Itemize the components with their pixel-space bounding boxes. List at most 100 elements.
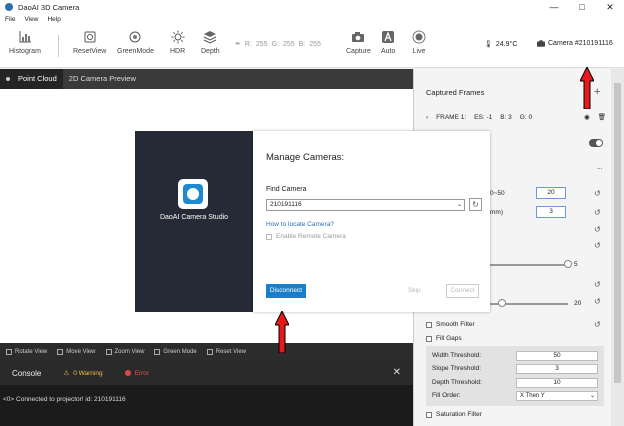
reset-view-button[interactable]: ResetView	[73, 30, 106, 55]
settings-scrollbar[interactable]	[611, 69, 624, 426]
zoom-view-label: Zoom View	[114, 349, 145, 355]
slope-threshold-label: Slope Threshold:	[432, 365, 482, 372]
reset-icon[interactable]: ↺	[594, 297, 601, 306]
menu-file[interactable]: File	[5, 16, 15, 23]
tab-2d-camera-preview[interactable]: 2D Camera Preview	[63, 69, 142, 89]
zoom-view-button[interactable]: Zoom View	[105, 349, 145, 355]
error-icon	[124, 370, 131, 376]
annotation-arrow-up-icon	[580, 67, 594, 109]
add-frame-icon[interactable]: +	[594, 86, 600, 98]
camera-select[interactable]: 210191116 ⌄	[266, 199, 465, 211]
rotate-view-button[interactable]: Rotate View	[6, 349, 47, 355]
hdr-button[interactable]: HDR	[170, 30, 185, 55]
captured-frames-title: Captured Frames	[426, 88, 485, 97]
view-controls-bar: Rotate View Move View Zoom View Green Mo…	[0, 343, 413, 361]
b-value: 255	[309, 40, 321, 48]
width-threshold-input[interactable]: 50	[516, 351, 598, 361]
green-mode-view-label: Green Mode	[163, 349, 197, 355]
reset-icon[interactable]: ↺	[594, 241, 601, 250]
title-bar: DaoAI 3D Camera — □ ✕	[0, 0, 624, 14]
fill-order-select[interactable]: X Then Y ⌄	[516, 391, 598, 401]
live-button[interactable]: Live	[412, 30, 426, 55]
app-icon	[5, 3, 13, 11]
console-header: Console ⚠ 0 Warning Error ✕	[0, 361, 413, 385]
find-camera-label: Find Camera	[266, 186, 307, 193]
depth-threshold-input[interactable]: 10	[516, 378, 598, 388]
how-to-locate-link[interactable]: How to locate Camera?	[266, 221, 334, 228]
minimize-button[interactable]: —	[540, 0, 568, 14]
menu-help[interactable]: Help	[47, 16, 60, 23]
fill-gaps-label: Fill Gaps	[436, 335, 462, 342]
green-mode-label: GreenMode	[117, 48, 154, 55]
green-mode-icon	[129, 31, 141, 43]
disconnect-button[interactable]: Disconnect	[266, 284, 306, 298]
fill-order-label: Fill Order:	[432, 392, 461, 399]
saturation-filter-checkbox[interactable]: Saturation Filter	[426, 411, 482, 418]
warning-icon: ⚠	[63, 370, 70, 377]
chevron-down-icon: ⌄	[589, 393, 595, 399]
eye-icon[interactable]: ◉	[584, 113, 590, 121]
reset-icon[interactable]: ↺	[594, 280, 601, 289]
camera-select-value: 210191116	[270, 201, 302, 208]
hdr-label: HDR	[170, 48, 186, 55]
scrollbar-thumb[interactable]	[614, 83, 621, 383]
annotation-arrow-up-icon	[275, 311, 289, 353]
reset-icon[interactable]: ↺	[594, 225, 601, 234]
r-label: R:	[244, 40, 252, 48]
auto-button[interactable]: Auto	[381, 30, 395, 55]
tab-point-cloud[interactable]: Point Cloud	[0, 69, 63, 89]
warning-filter[interactable]: ⚠ 0 Warning	[63, 369, 102, 378]
logo-mark	[183, 184, 203, 204]
refresh-button[interactable]: ↻	[469, 198, 482, 211]
reset-icon[interactable]: ↺	[594, 320, 601, 329]
close-button[interactable]: ✕	[596, 0, 624, 14]
fill-gaps-checkbox[interactable]: Fill Gaps	[426, 335, 462, 342]
connect-button[interactable]: Connect	[446, 284, 479, 298]
smooth-filter-checkbox[interactable]: Smooth Filter	[426, 321, 475, 328]
frame-b: B: 3	[500, 113, 512, 121]
console-close-icon[interactable]: ✕	[393, 367, 401, 378]
reset-icon[interactable]: ↺	[594, 189, 601, 198]
range-input[interactable]: 20	[536, 187, 566, 199]
frame-row[interactable]: › FRAME 1: ES: -1 B: 3 G: 0 ◉ 🗑︎	[426, 113, 606, 122]
menu-view[interactable]: View	[24, 16, 38, 23]
g-label: G:	[271, 40, 279, 48]
slider-track-1[interactable]	[490, 264, 568, 266]
record-icon	[412, 30, 426, 44]
move-view-button[interactable]: Move View	[57, 349, 96, 355]
toolbar: Histogram ResetView GreenMode HDR Depth …	[0, 25, 624, 68]
green-mode-button[interactable]: GreenMode	[117, 30, 154, 55]
move-view-label: Move View	[66, 349, 96, 355]
depth-button[interactable]: Depth	[201, 30, 220, 55]
slope-threshold-input[interactable]: 3	[516, 364, 598, 374]
error-filter[interactable]: Error	[124, 370, 149, 377]
reset-view-small-button[interactable]: Reset View	[206, 349, 246, 355]
slider-knob-1[interactable]	[564, 260, 572, 268]
capture-button[interactable]: Capture	[346, 30, 371, 55]
eyedropper-icon: ✒	[235, 41, 241, 48]
camera-id-value: Camera #210191116	[548, 40, 613, 47]
trash-icon[interactable]: 🗑︎	[598, 113, 606, 121]
panel-toggle[interactable]	[589, 139, 603, 147]
maximize-button[interactable]: □	[568, 0, 596, 14]
daoai-logo	[178, 179, 208, 209]
slider-knob-2[interactable]	[498, 299, 506, 307]
camera-id-readout: Camera #210191116	[537, 40, 613, 47]
frame-name: FRAME 1:	[436, 113, 467, 121]
chevron-right-icon[interactable]: ›	[426, 114, 428, 121]
green-mode-view-button[interactable]: Green Mode	[154, 349, 197, 355]
dialog-title: Manage Cameras:	[266, 152, 345, 163]
mm-input[interactable]: 3	[536, 206, 566, 218]
histogram-button[interactable]: Histogram	[9, 30, 41, 55]
g-value: 255	[282, 40, 295, 48]
skip-button[interactable]: Skip	[408, 284, 421, 298]
enable-remote-checkbox[interactable]: Enable Remote Camera	[266, 233, 346, 240]
sun-icon	[171, 30, 185, 44]
depth-threshold-label: Depth Threshold:	[432, 379, 482, 386]
range-label: 0~50	[490, 190, 505, 197]
checkbox-icon	[426, 335, 432, 342]
b-label: B:	[298, 40, 306, 48]
temperature-value: 24.9°C	[495, 40, 518, 48]
more-icon[interactable]: ...	[597, 164, 602, 171]
reset-icon[interactable]: ↺	[594, 208, 601, 217]
